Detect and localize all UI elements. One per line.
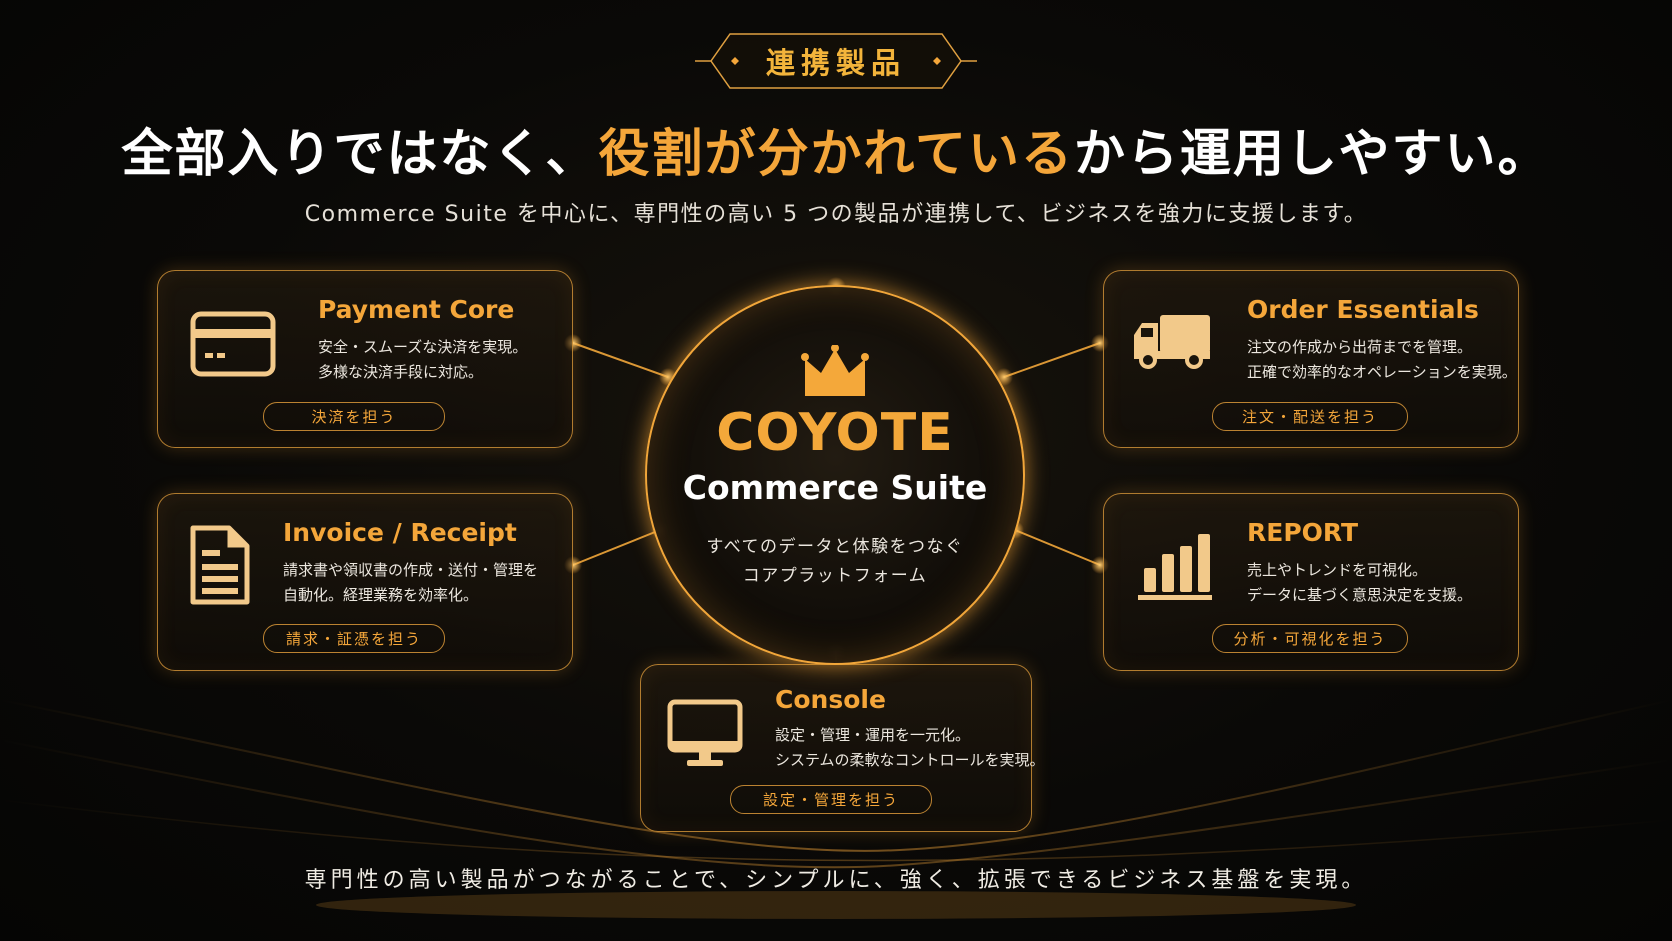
product-card-payment-core[interactable]: Payment Core 安全・スムーズな決済を実現。 多様な決済手段に対応。 … [157,270,573,448]
hub-tagline-line-2: コアプラットフォーム [742,566,928,586]
product-title: Console [775,685,886,714]
credit-card-icon [190,311,276,377]
product-title: Invoice / Receipt [283,518,517,547]
headline-post: から運用しやすい。 [1074,125,1551,184]
product-card-order-essentials[interactable]: Order Essentials 注文の作成から出荷までを管理。 正確で効率的な… [1103,270,1519,448]
bar-chart-icon [1138,534,1212,600]
role-pill: 請求・証憑を担う [263,624,445,653]
product-title: Order Essentials [1247,295,1479,324]
product-title: Payment Core [318,295,515,324]
page-subtitle: Commerce Suite を中心に、専門性の高い 5 つの製品が連携して、ビ… [304,202,1368,227]
badge-label: 連携製品 [765,46,906,80]
product-desc-line-1: 売上やトレンドを可視化。 [1247,561,1428,579]
product-desc-line-2: データに基づく意思決定を支援。 [1247,586,1473,604]
crown-icon [801,345,869,396]
product-desc-line-1: 請求書や領収書の作成・送付・管理を [283,561,539,579]
product-desc-line-1: 注文の作成から出荷までを管理。 [1247,338,1473,356]
product-desc-line-2: 正確で効率的なオペレーションを実現。 [1247,363,1517,381]
role-pill: 注文・配送を担う [1212,402,1408,431]
page-headline: 全部入りではなく、役割が分かれているから運用しやすい。 [0,112,1672,186]
role-pill: 決済を担う [263,402,445,431]
document-icon [190,525,250,605]
product-desc-line-1: 安全・スムーズな決済を実現。 [318,338,528,356]
product-card-invoice-receipt[interactable]: Invoice / Receipt 請求書や領収書の作成・送付・管理を 自動化。… [157,493,573,671]
product-card-report[interactable]: REPORT 売上やトレンドを可視化。 データに基づく意思決定を支援。 分析・可… [1103,493,1519,671]
core-platform-hub[interactable]: COYOTE Commerce Suite すべてのデータと体験をつなぐ コアプ… [645,285,1025,665]
product-name: Commerce Suite [682,468,988,507]
product-desc-line-2: 多様な決済手段に対応。 [318,363,484,381]
product-title: REPORT [1247,518,1359,547]
hub-tagline-line-1: すべてのデータと体験をつなぐ [706,537,964,557]
brand-name: COYOTE [716,403,954,463]
product-desc-line-1: 設定・管理・運用を一元化。 [775,726,971,744]
section-badge: 連携製品 [695,30,977,92]
monitor-icon [667,699,743,766]
product-desc-line-2: システムの柔軟なコントロールを実現。 [775,751,1045,769]
product-desc-line-2: 自動化。経理業務を効率化。 [283,586,479,604]
product-card-console[interactable]: Console 設定・管理・運用を一元化。 システムの柔軟なコントロールを実現。… [640,664,1045,832]
headline-highlight: 役割が分かれている [598,125,1074,184]
truck-icon [1134,315,1210,369]
footer-statement: 専門性の高い製品がつながることで、シンプルに、強く、拡張できるビジネス基盤を実現… [304,868,1368,893]
headline-pre: 全部入りではなく、 [121,125,599,184]
role-pill: 分析・可視化を担う [1212,624,1408,653]
role-pill: 設定・管理を担う [730,785,932,814]
